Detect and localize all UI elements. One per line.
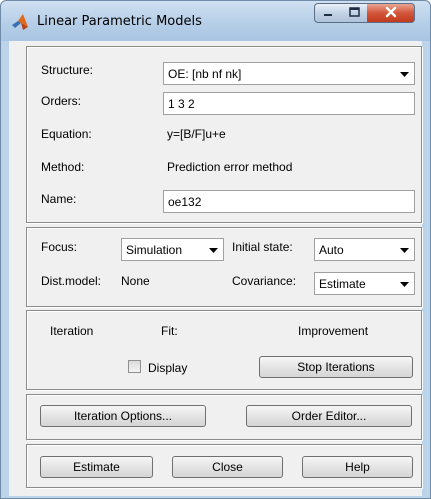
maximize-button[interactable] [341, 3, 368, 23]
close-button[interactable]: Close [172, 456, 283, 478]
focus-select[interactable]: Simulation [121, 238, 224, 261]
minimize-button[interactable] [314, 3, 342, 23]
display-checkbox[interactable] [128, 360, 141, 373]
covariance-value: Estimate [319, 277, 366, 291]
tools-panel: Iteration Options... Order Editor... [26, 394, 422, 440]
method-label: Method: [41, 160, 85, 174]
iteration-header: Iteration [50, 324, 94, 338]
window-title: Linear Parametric Models [37, 14, 202, 29]
title-bar[interactable]: Linear Parametric Models [1, 1, 430, 41]
method-value: Prediction error method [167, 160, 293, 174]
iteration-options-button[interactable]: Iteration Options... [40, 405, 206, 427]
model-name-input[interactable]: oe132 [163, 190, 415, 213]
iteration-panel: Iteration Fit: Improvement Display Stop … [26, 310, 422, 390]
structure-value: OE: [nb nf nk] [168, 67, 242, 81]
estimation-options-panel: Focus: Simulation Initial state: Auto Di… [26, 227, 422, 307]
name-label: Name: [41, 192, 77, 206]
fit-header: Fit: [161, 324, 178, 338]
maximize-icon [348, 6, 360, 20]
orders-input[interactable]: 1 3 2 [163, 92, 415, 115]
estimate-button[interactable]: Estimate [40, 456, 153, 478]
minimize-icon [323, 6, 333, 20]
close-icon [385, 6, 397, 21]
structure-label: Structure: [41, 63, 94, 77]
initial-state-select[interactable]: Auto [314, 238, 415, 261]
focus-value: Simulation [126, 243, 183, 257]
dist-model-label: Dist.model: [41, 274, 102, 288]
focus-label: Focus: [41, 240, 78, 254]
orders-value: 1 3 2 [168, 97, 195, 111]
matlab-logo-icon [11, 13, 29, 31]
chevron-down-icon [398, 278, 410, 290]
stop-iterations-button[interactable]: Stop Iterations [259, 356, 413, 378]
orders-label: Orders: [41, 94, 82, 108]
initial-state-label: Initial state: [232, 240, 293, 254]
dist-model-value: None [121, 274, 150, 288]
improvement-header: Improvement [298, 324, 369, 338]
display-label: Display [148, 361, 188, 375]
close-window-button[interactable] [367, 3, 415, 23]
equation-label: Equation: [41, 127, 92, 141]
model-name-value: oe132 [168, 195, 202, 209]
initial-state-value: Auto [319, 243, 344, 257]
model-structure-panel: Structure: OE: [nb nf nk] Orders: 1 3 2 … [26, 46, 422, 223]
order-editor-button[interactable]: Order Editor... [246, 405, 412, 427]
help-button[interactable]: Help [302, 456, 413, 478]
chevron-down-icon [398, 68, 410, 80]
chevron-down-icon [398, 244, 410, 256]
covariance-label: Covariance: [232, 274, 297, 288]
structure-select[interactable]: OE: [nb nf nk] [163, 62, 415, 85]
equation-value: y=[B/F]u+e [167, 127, 226, 141]
actions-panel: Estimate Close Help [26, 444, 422, 488]
chevron-down-icon [207, 244, 219, 256]
covariance-select[interactable]: Estimate [314, 272, 415, 295]
